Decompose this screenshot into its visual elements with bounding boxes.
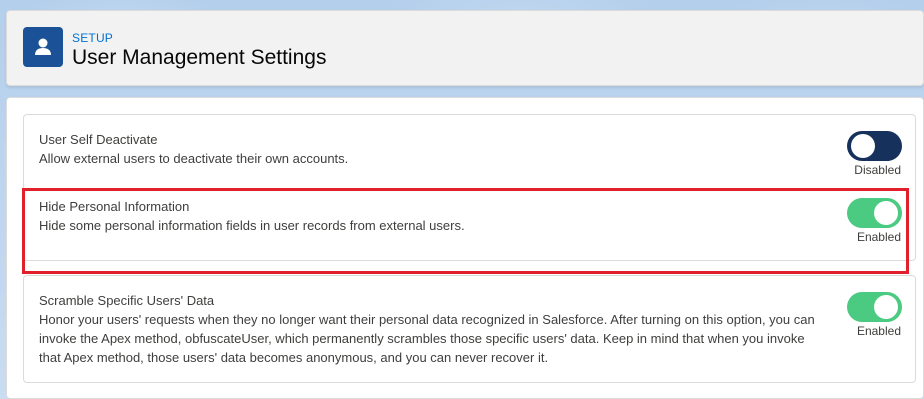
- page-header: SETUP User Management Settings: [6, 10, 924, 86]
- toggle-status-label: Enabled: [856, 230, 901, 244]
- settings-section-external-users: User Self Deactivate Allow external user…: [23, 114, 916, 261]
- hide-personal-information-toggle[interactable]: [847, 198, 902, 228]
- scramble-users-data-toggle[interactable]: [847, 292, 902, 322]
- setting-scramble-users-data: Scramble Specific Users' Data Honor your…: [39, 292, 815, 367]
- user-icon: [23, 27, 63, 67]
- toggle-knob: [874, 201, 898, 225]
- settings-card: User Self Deactivate Allow external user…: [6, 97, 924, 399]
- setting-title: User Self Deactivate: [39, 132, 158, 147]
- toggle-knob: [851, 134, 875, 158]
- setting-description-line: Honor your users' requests when they no …: [39, 312, 815, 327]
- setting-description: Allow external users to deactivate their…: [39, 151, 349, 166]
- toggle-knob: [874, 295, 898, 319]
- toggle-status-label: Disabled: [854, 163, 901, 177]
- setting-description-line: invoke the Apex method, obfuscateUser, w…: [39, 331, 805, 346]
- user-self-deactivate-toggle[interactable]: [847, 131, 902, 161]
- breadcrumb: SETUP: [72, 31, 114, 45]
- setting-title: Scramble Specific Users' Data: [39, 293, 215, 308]
- setting-hide-personal-information: Hide Personal Information Hide some pers…: [39, 198, 465, 235]
- setting-title: Hide Personal Information: [39, 199, 190, 214]
- settings-section-scramble: Scramble Specific Users' Data Honor your…: [23, 275, 916, 383]
- toggle-status-label: Enabled: [856, 324, 901, 338]
- setting-description: Hide some personal information fields in…: [39, 218, 465, 233]
- setting-user-self-deactivate: User Self Deactivate Allow external user…: [39, 131, 348, 168]
- page-title: User Management Settings: [72, 46, 327, 69]
- setting-description-line: that Apex method, those users' data beco…: [39, 350, 549, 365]
